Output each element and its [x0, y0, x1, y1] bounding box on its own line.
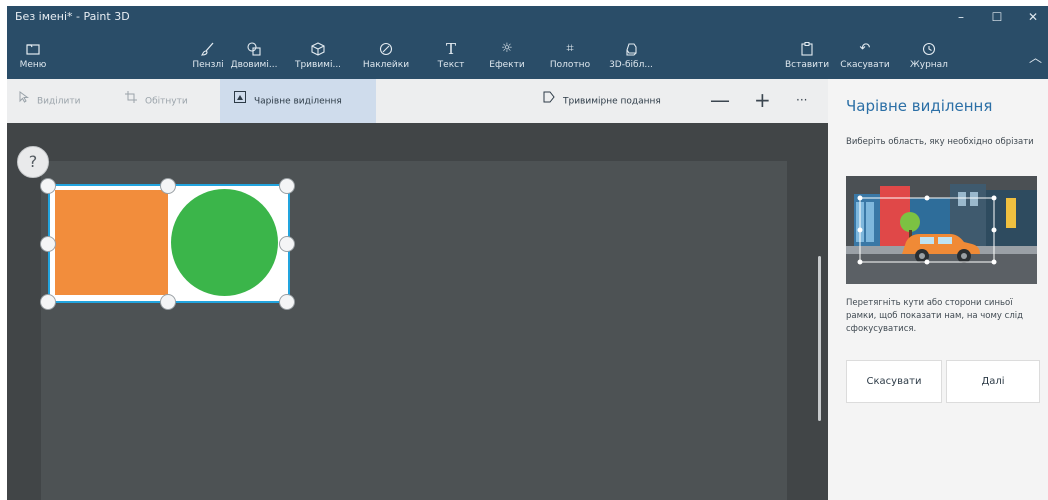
- example-illustration: [846, 176, 1037, 284]
- tool-effects-label: Ефекти: [489, 60, 525, 70]
- undo-label: Скасувати: [840, 60, 890, 70]
- ribbon: Меню Пензлі Двовимі... Тривимі... Наклей…: [7, 29, 1048, 79]
- panel-description: Виберіть область, яку необхідно обрізати: [846, 137, 1034, 147]
- crop-tool[interactable]: Обітнути: [125, 79, 188, 123]
- green-circle: [171, 189, 278, 296]
- zoom-out-button[interactable]: —: [710, 89, 730, 111]
- close-button[interactable]: ✕: [1015, 6, 1048, 29]
- history-icon: [903, 38, 955, 60]
- library-3d-icon: [599, 38, 663, 60]
- select-label: Виділити: [37, 96, 81, 107]
- undo-button[interactable]: ↶ Скасувати: [839, 29, 891, 79]
- resize-handle-top-left[interactable]: [40, 178, 56, 194]
- window-title: Без імені* - Paint 3D: [15, 10, 130, 23]
- view-3d-icon: [543, 79, 555, 123]
- orange-square: [55, 190, 168, 295]
- magic-select-icon: [234, 79, 246, 123]
- effects-icon: ☼: [501, 41, 513, 56]
- menu-label: Меню: [19, 60, 47, 70]
- paste-label: Вставити: [785, 60, 830, 70]
- next-button[interactable]: Далі: [946, 360, 1040, 403]
- tool-brushes-label: Пензлі: [192, 60, 224, 70]
- tool-brushes[interactable]: Пензлі: [189, 29, 227, 79]
- select-icon: [19, 79, 30, 123]
- shapes-2d-icon: [229, 38, 279, 60]
- folder-icon: [13, 38, 53, 60]
- cube-3d-icon: [293, 38, 343, 60]
- more-options-button[interactable]: ···: [796, 89, 807, 111]
- paste-button[interactable]: Вставити: [785, 29, 829, 79]
- history-button[interactable]: Журнал: [903, 29, 955, 79]
- canvas-icon: ⌗: [566, 41, 574, 56]
- magic-select-panel: Чарівне виділення Виберіть область, яку …: [828, 79, 1048, 500]
- workspace: ?: [7, 123, 828, 500]
- panel-title: Чарівне виділення: [846, 97, 993, 115]
- magic-select-label: Чарівне виділення: [254, 96, 342, 107]
- tool-2d-shapes[interactable]: Двовимі...: [229, 29, 279, 79]
- resize-handle-middle-left[interactable]: [40, 236, 56, 252]
- cancel-button[interactable]: Скасувати: [846, 360, 942, 403]
- menu-button[interactable]: Меню: [13, 29, 53, 79]
- crop-label: Обітнути: [145, 96, 188, 107]
- resize-handle-middle-right[interactable]: [279, 236, 295, 252]
- view-3d-toggle[interactable]: Тривимірне подання: [543, 79, 661, 123]
- help-button[interactable]: ?: [17, 146, 49, 178]
- maximize-button[interactable]: ☐: [979, 6, 1015, 29]
- tool-3d-shapes-label: Тривимі...: [294, 60, 342, 70]
- resize-handle-top-center[interactable]: [160, 178, 176, 194]
- tool-stickers-label: Наклейки: [362, 60, 410, 70]
- chevron-up-icon[interactable]: ︿: [1029, 47, 1042, 66]
- resize-handle-bottom-right[interactable]: [279, 294, 295, 310]
- resize-handle-bottom-center[interactable]: [160, 294, 176, 310]
- text-icon: T: [445, 40, 456, 58]
- minimize-button[interactable]: –: [943, 6, 979, 29]
- tool-canvas[interactable]: ⌗ Полотно: [546, 29, 594, 79]
- view-3d-label: Тривимірне подання: [563, 96, 661, 107]
- resize-handle-top-right[interactable]: [279, 178, 295, 194]
- title-bar: Без імені* - Paint 3D – ☐ ✕: [7, 6, 1048, 29]
- sticker-icon: [361, 38, 411, 60]
- tool-3d-shapes[interactable]: Тривимі...: [293, 29, 343, 79]
- tool-text[interactable]: T Текст: [433, 29, 469, 79]
- toolbar: Виділити Обітнути Чарівне виділення Трив…: [7, 79, 828, 123]
- history-label: Журнал: [910, 60, 948, 70]
- tool-text-label: Текст: [437, 60, 465, 70]
- tool-canvas-label: Полотно: [549, 60, 591, 70]
- brush-icon: [189, 38, 227, 60]
- panel-instructions: Перетягніть кути або сторони синьої рамк…: [846, 298, 1023, 334]
- tool-3d-library[interactable]: 3D-бібл...: [599, 29, 663, 79]
- crop-icon: [125, 79, 137, 123]
- undo-icon: ↶: [859, 41, 871, 56]
- tool-effects[interactable]: ☼ Ефекти: [485, 29, 529, 79]
- resize-handle-bottom-left[interactable]: [40, 294, 56, 310]
- vertical-scrollbar[interactable]: [818, 256, 821, 421]
- paint-3d-window: Без імені* - Paint 3D – ☐ ✕ Меню Пензлі …: [7, 6, 1048, 500]
- select-tool[interactable]: Виділити: [19, 79, 80, 123]
- tool-2d-shapes-label: Двовимі...: [230, 60, 278, 70]
- paste-icon: [785, 38, 829, 60]
- magic-select-frame[interactable]: [48, 184, 290, 303]
- magic-select-tool[interactable]: Чарівне виділення: [220, 79, 376, 123]
- tool-3d-library-label: 3D-бібл...: [609, 60, 653, 70]
- zoom-in-button[interactable]: +: [754, 89, 771, 111]
- tool-stickers[interactable]: Наклейки: [361, 29, 411, 79]
